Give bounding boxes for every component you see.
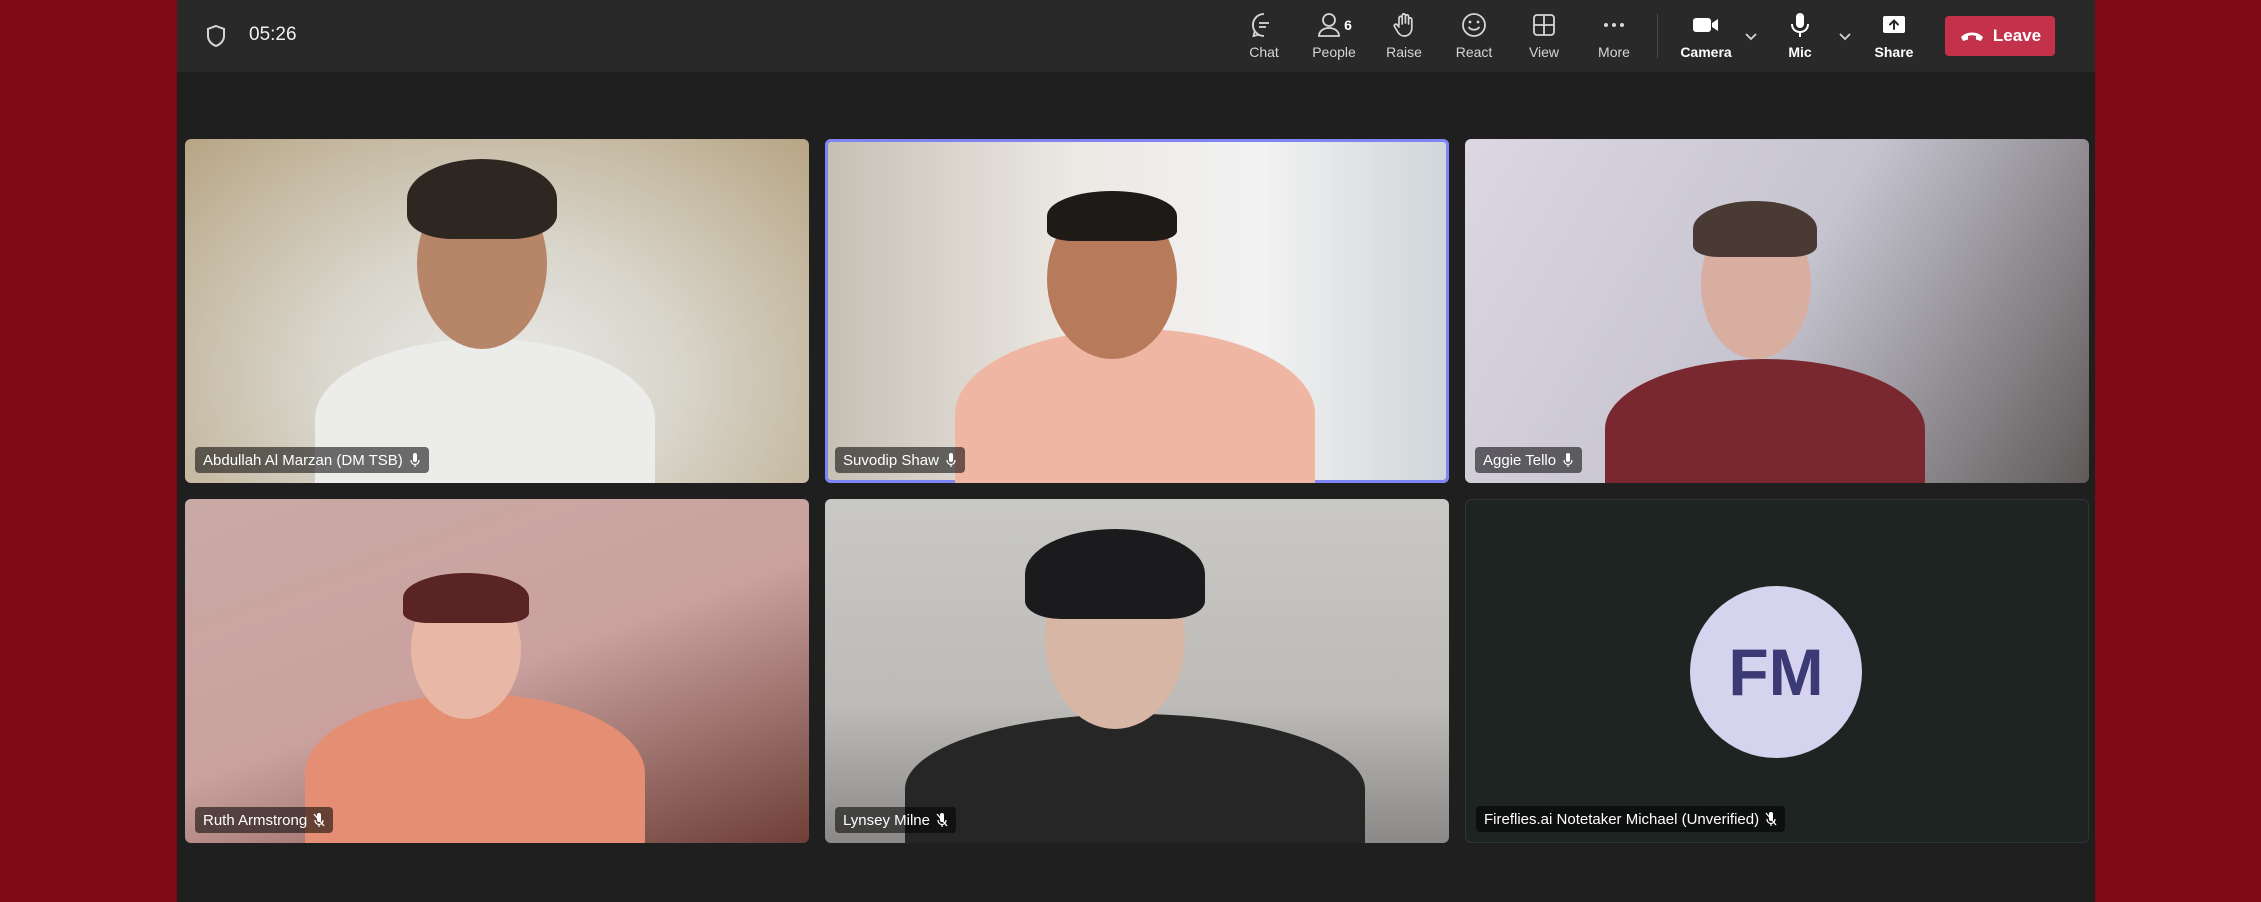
smiley-icon <box>1460 10 1488 40</box>
camera-button[interactable]: Camera <box>1671 10 1741 66</box>
more-label: More <box>1598 44 1630 60</box>
teams-meeting-window: 05:26 Chat 6 People Raise React View Mor… <box>177 0 2095 902</box>
people-label: People <box>1312 44 1356 60</box>
participant-nametag: Suvodip Shaw <box>835 447 965 473</box>
participant-name: Ruth Armstrong <box>203 811 308 829</box>
participant-name: Aggie Tello <box>1483 451 1557 469</box>
participant-name: Abdullah Al Marzan (DM TSB) <box>203 451 403 469</box>
microphone-icon <box>410 453 420 467</box>
microphone-icon <box>1786 10 1814 40</box>
meeting-toolbar: 05:26 Chat 6 People Raise React View Mor… <box>177 0 2095 72</box>
participant-nametag: Abdullah Al Marzan (DM TSB) <box>195 447 429 473</box>
more-icon <box>1600 10 1628 40</box>
share-screen-icon <box>1880 10 1908 40</box>
participant-name: Lynsey Milne <box>843 811 930 829</box>
participant-video <box>905 714 1365 843</box>
microphone-muted-icon <box>1765 812 1777 826</box>
camera-icon <box>1691 10 1721 40</box>
share-button[interactable]: Share <box>1859 10 1929 66</box>
react-button[interactable]: React <box>1439 10 1509 66</box>
chat-button[interactable]: Chat <box>1229 10 1299 66</box>
camera-options-chevron-down-icon[interactable] <box>1741 26 1761 46</box>
raise-hand-icon <box>1390 10 1418 40</box>
camera-label: Camera <box>1680 44 1732 60</box>
view-button[interactable]: View <box>1509 10 1579 66</box>
microphone-muted-icon <box>936 813 948 827</box>
participant-tile-lynsey[interactable]: Lynsey Milne <box>825 499 1449 843</box>
people-count: 6 <box>1344 17 1352 33</box>
more-button[interactable]: More <box>1579 10 1649 66</box>
participant-tile-fireflies[interactable]: FM Fireflies.ai Notetaker Michael (Unver… <box>1465 499 2089 843</box>
participant-name: Fireflies.ai Notetaker Michael (Unverifi… <box>1484 810 1760 828</box>
react-label: React <box>1455 44 1493 60</box>
people-button[interactable]: 6 People <box>1299 10 1369 66</box>
participant-nametag: Aggie Tello <box>1475 447 1583 473</box>
participant-name: Suvodip Shaw <box>843 451 939 469</box>
mic-options-chevron-down-icon[interactable] <box>1835 26 1855 46</box>
participant-tile-ruth[interactable]: Ruth Armstrong <box>185 499 809 843</box>
raise-label: Raise <box>1386 44 1422 60</box>
grid-view-icon <box>1530 10 1558 40</box>
mic-button[interactable]: Mic <box>1765 10 1835 66</box>
view-label: View <box>1528 44 1560 60</box>
participant-nametag: Fireflies.ai Notetaker Michael (Unverifi… <box>1476 806 1786 832</box>
leave-button[interactable]: Leave <box>1945 16 2055 56</box>
leave-label: Leave <box>1992 26 2042 45</box>
shield-icon[interactable] <box>205 24 227 48</box>
participant-video <box>1605 359 1925 483</box>
participant-nametag: Lynsey Milne <box>835 807 956 833</box>
participant-nametag: Ruth Armstrong <box>195 807 334 833</box>
microphone-icon <box>1563 453 1573 467</box>
people-icon <box>1318 13 1340 37</box>
phone-hangup-icon <box>1960 32 1983 41</box>
chat-icon <box>1250 10 1278 40</box>
participant-tile-abdullah[interactable]: Abdullah Al Marzan (DM TSB) <box>185 139 809 483</box>
mic-label: Mic <box>1788 44 1812 60</box>
participant-tile-aggie[interactable]: Aggie Tello <box>1465 139 2089 483</box>
avatar: FM <box>1690 586 1862 758</box>
chat-label: Chat <box>1249 44 1279 60</box>
participant-tile-suvodip[interactable]: Suvodip Shaw <box>825 139 1449 483</box>
meeting-timer: 05:26 <box>249 24 297 45</box>
toolbar-divider <box>1657 14 1658 58</box>
microphone-icon <box>946 453 956 467</box>
raise-hand-button[interactable]: Raise <box>1369 10 1439 66</box>
share-label: Share <box>1874 44 1914 60</box>
microphone-muted-icon <box>313 813 325 827</box>
